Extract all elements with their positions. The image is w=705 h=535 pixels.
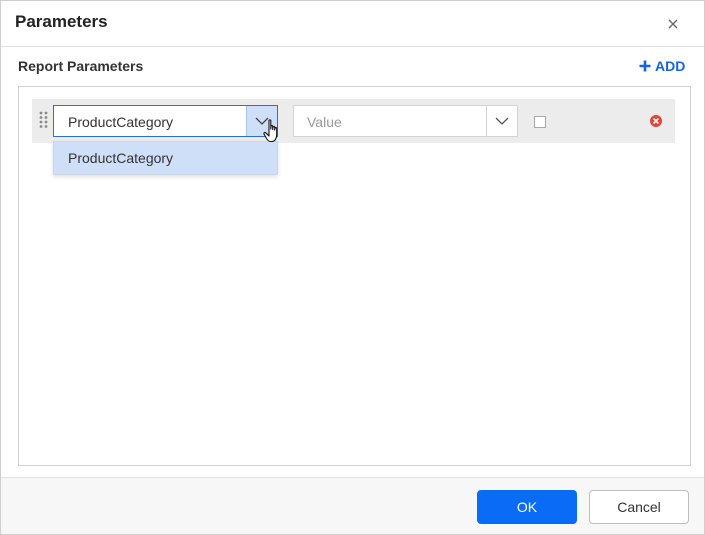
dropdown-option[interactable]: ProductCategory (54, 142, 277, 174)
chevron-down-icon (255, 117, 269, 125)
parameter-value-dropdown-toggle[interactable] (486, 106, 517, 136)
dialog-header: Parameters (1, 1, 704, 47)
parameter-name-dropdown-popup: ProductCategory (53, 141, 278, 175)
dropdown-option-label: ProductCategory (68, 150, 174, 166)
parameter-value-placeholder: Value (307, 114, 342, 130)
parameter-value-dropdown[interactable]: Value (293, 105, 518, 137)
ok-button[interactable]: OK (477, 490, 577, 524)
cancel-button[interactable]: Cancel (589, 490, 689, 524)
dialog-footer: OK Cancel (1, 477, 704, 534)
section-label: Report Parameters (18, 58, 144, 74)
close-icon (668, 19, 678, 29)
close-button[interactable] (661, 13, 685, 35)
parameter-name-dropdown-toggle[interactable] (246, 106, 277, 136)
add-parameter-button[interactable]: ADD (639, 56, 685, 76)
chevron-down-icon (495, 117, 509, 125)
parameter-row: ProductCategory Value (32, 99, 675, 143)
dialog-title: Parameters (15, 12, 108, 31)
parameter-checkbox[interactable] (534, 116, 546, 128)
remove-circle-icon (650, 115, 662, 127)
plus-icon (639, 60, 651, 72)
drag-handle-icon[interactable] (39, 111, 49, 129)
remove-parameter-button[interactable] (649, 114, 663, 128)
add-label: ADD (655, 58, 686, 74)
parameter-name-dropdown[interactable]: ProductCategory (53, 105, 278, 137)
parameters-dialog: Parameters Report Parameters ADD Product… (0, 0, 705, 535)
parameter-name-value: ProductCategory (68, 114, 174, 130)
